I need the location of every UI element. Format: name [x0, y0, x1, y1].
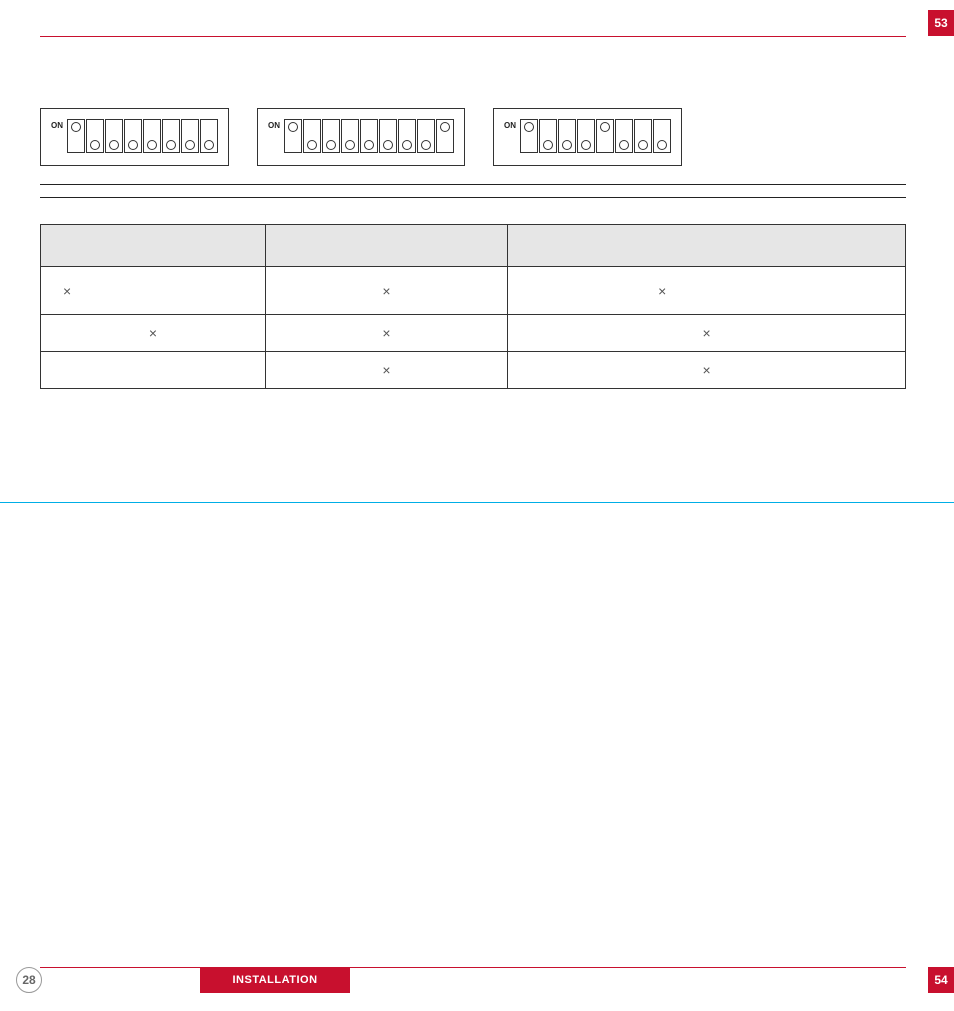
divider-rule-2	[40, 197, 906, 198]
table-row: × × ×	[41, 267, 906, 315]
dip-on-label: ON	[504, 121, 516, 130]
dip-knob-icon	[364, 140, 374, 150]
dip-switch-strip	[67, 119, 218, 153]
divider-rule-1	[40, 184, 906, 185]
dip-knob-icon	[383, 140, 393, 150]
dip-switch-4	[124, 119, 142, 153]
table-cell: ×	[41, 267, 266, 315]
dip-knob-icon	[638, 140, 648, 150]
table-cell: ×	[265, 315, 507, 352]
dip-switch-1	[67, 119, 85, 153]
dip-knob-icon	[204, 140, 214, 150]
dip-switch-6	[162, 119, 180, 153]
cross-icon: ×	[63, 283, 71, 299]
table-cell: ×	[41, 315, 266, 352]
dip-switch-8	[417, 119, 435, 153]
footer-page-circle: 28	[16, 967, 42, 993]
dip-knob-icon	[307, 140, 317, 150]
dip-switch-4	[577, 119, 595, 153]
table-header-2	[265, 225, 507, 267]
dip-switch-5	[360, 119, 378, 153]
dip-knob-icon	[288, 122, 298, 132]
dip-bank-1: ON	[40, 108, 229, 166]
content-area: ONONON ××××××××	[40, 108, 906, 389]
dip-knob-icon	[524, 122, 534, 132]
table-row: × × ×	[41, 315, 906, 352]
dip-knob-icon	[581, 140, 591, 150]
dip-switch-8	[653, 119, 671, 153]
cross-icon: ×	[702, 362, 710, 378]
dip-knob-icon	[90, 140, 100, 150]
dip-on-label: ON	[268, 121, 280, 130]
dip-switch-strip	[284, 119, 454, 153]
dip-bank-3: ON	[493, 108, 682, 166]
dip-knob-icon	[440, 122, 450, 132]
dip-knob-icon	[345, 140, 355, 150]
cross-icon: ×	[382, 362, 390, 378]
cross-icon: ×	[382, 283, 390, 299]
dip-switch-7	[634, 119, 652, 153]
dip-knob-icon	[71, 122, 81, 132]
table-cell: ×	[508, 352, 906, 389]
dip-switch-6	[379, 119, 397, 153]
dip-knob-icon	[128, 140, 138, 150]
table-row: ××	[41, 352, 906, 389]
dip-knob-icon	[147, 140, 157, 150]
page-tab-top: 53	[928, 10, 954, 36]
dip-switch-5	[596, 119, 614, 153]
dip-switch-6	[615, 119, 633, 153]
footer: 28 INSTALLATION	[0, 967, 954, 993]
top-rule	[40, 36, 906, 37]
page-tab-bottom: 54	[928, 967, 954, 993]
dip-switch-2	[303, 119, 321, 153]
dip-knob-icon	[421, 140, 431, 150]
dip-knob-icon	[326, 140, 336, 150]
table-cell: ×	[508, 315, 906, 352]
cyan-separator	[0, 502, 954, 503]
table-cell	[41, 352, 266, 389]
dip-knob-icon	[543, 140, 553, 150]
footer-rule	[40, 967, 906, 968]
cross-icon: ×	[658, 283, 666, 299]
dip-switch-8	[200, 119, 218, 153]
dip-switch-3	[322, 119, 340, 153]
cross-icon: ×	[149, 325, 157, 341]
dip-switch-3	[558, 119, 576, 153]
dip-knob-icon	[600, 122, 610, 132]
dip-knob-icon	[166, 140, 176, 150]
footer-section-tab: INSTALLATION	[200, 967, 350, 993]
dip-switch-2	[86, 119, 104, 153]
cross-icon: ×	[702, 325, 710, 341]
dip-switch-strip	[520, 119, 671, 153]
dip-switch-9	[436, 119, 454, 153]
table-header-3	[508, 225, 906, 267]
dip-knob-icon	[657, 140, 667, 150]
dip-knob-icon	[402, 140, 412, 150]
table-cell: ×	[265, 352, 507, 389]
dip-switch-1	[520, 119, 538, 153]
dip-knob-icon	[109, 140, 119, 150]
dip-switch-3	[105, 119, 123, 153]
dip-switch-row: ON ON ON	[40, 108, 906, 166]
cross-icon: ×	[382, 325, 390, 341]
dip-knob-icon	[562, 140, 572, 150]
dip-switch-2	[539, 119, 557, 153]
dip-bank-2: ON	[257, 108, 465, 166]
table-header-1	[41, 225, 266, 267]
table-cell: ×	[508, 267, 906, 315]
spec-table: ××××××××	[40, 224, 906, 389]
table-header-row	[41, 225, 906, 267]
dip-switch-7	[398, 119, 416, 153]
dip-switch-4	[341, 119, 359, 153]
dip-knob-icon	[185, 140, 195, 150]
table-cell: ×	[265, 267, 507, 315]
dip-knob-icon	[619, 140, 629, 150]
dip-switch-1	[284, 119, 302, 153]
dip-on-label: ON	[51, 121, 63, 130]
dip-switch-7	[181, 119, 199, 153]
dip-switch-5	[143, 119, 161, 153]
